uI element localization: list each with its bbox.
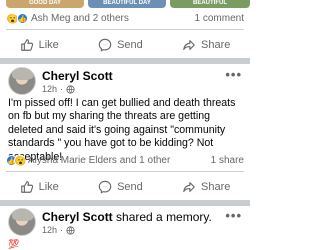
meta-dot: · (60, 225, 64, 235)
share-count[interactable]: 1 share (211, 155, 244, 166)
shared-memory-text: shared a memory. (116, 210, 212, 224)
send-label: Send (117, 181, 143, 193)
globe-icon (66, 225, 75, 235)
memory-card[interactable]: BEAUTIFUL (170, 0, 250, 8)
post-meta: 12h · (42, 84, 75, 94)
messenger-icon (98, 180, 112, 194)
send-button[interactable]: Send (98, 38, 143, 52)
post2-header: Cheryl Scott 12h · ••• (0, 65, 250, 99)
haha-reaction-icon: 😮 (6, 12, 19, 24)
comment-count[interactable]: 1 comment (195, 13, 244, 24)
post2-action-bar: Like Send Share (0, 175, 250, 199)
share-button[interactable]: Share (182, 180, 230, 194)
reactions-summary[interactable]: Alysha Marie Elders and 1 other (28, 155, 211, 166)
post-time[interactable]: 12h (42, 84, 57, 94)
post1-reactions-row[interactable]: 😮 👍 Ash Meg and 2 others 1 comment (0, 9, 250, 27)
like-reaction-icon: 👍 (17, 12, 28, 24)
author-line: Cheryl Scott shared a memory. (42, 210, 212, 224)
divider (6, 29, 244, 30)
reactions-summary[interactable]: Ash Meg and 2 others (31, 13, 195, 24)
author-name[interactable]: Cheryl Scott (42, 210, 113, 224)
memory-card[interactable]: BEAUTIFUL DAY (88, 0, 166, 8)
author-name[interactable]: Cheryl Scott (42, 69, 113, 83)
post-meta: 12h · (42, 225, 75, 235)
like-button[interactable]: Like (20, 38, 59, 52)
more-options-icon[interactable]: ••• (225, 208, 242, 223)
thumbs-up-icon (20, 181, 33, 193)
post2-reactions-row[interactable]: 👍 😮 Alysha Marie Elders and 1 other 1 sh… (0, 151, 250, 169)
like-label: Like (38, 39, 59, 51)
more-options-icon[interactable]: ••• (225, 67, 242, 82)
like-label: Like (38, 181, 59, 193)
reaction-icons: 👍 😮 (6, 154, 27, 166)
reaction-icons: 😮 👍 (6, 12, 28, 24)
post1-action-bar: Like Send Share (0, 33, 250, 57)
divider (6, 171, 244, 172)
avatar[interactable] (8, 67, 36, 95)
globe-icon (66, 84, 75, 94)
memory-card[interactable]: GOOD DAY (6, 0, 84, 8)
hundred-points-emoji: 💯 (8, 239, 20, 249)
messenger-icon (98, 38, 112, 52)
share-label: Share (201, 39, 231, 51)
wow-reaction-icon: 😮 (14, 154, 27, 166)
share-label: Share (201, 181, 231, 193)
avatar[interactable] (8, 208, 36, 236)
post3-header: Cheryl Scott shared a memory. 12h · ••• (0, 206, 250, 240)
meta-dot: · (60, 84, 64, 94)
post-time[interactable]: 12h (42, 225, 57, 235)
like-button[interactable]: Like (20, 180, 59, 194)
memory-image-strip[interactable]: GOOD DAY BEAUTIFUL DAY BEAUTIFUL (0, 0, 250, 8)
post-separator (0, 58, 250, 64)
thumbs-up-icon (20, 39, 33, 51)
share-arrow-icon (183, 40, 195, 50)
send-label: Send (117, 39, 143, 51)
share-button[interactable]: Share (182, 38, 230, 52)
share-arrow-icon (183, 182, 195, 192)
send-button[interactable]: Send (98, 180, 143, 194)
